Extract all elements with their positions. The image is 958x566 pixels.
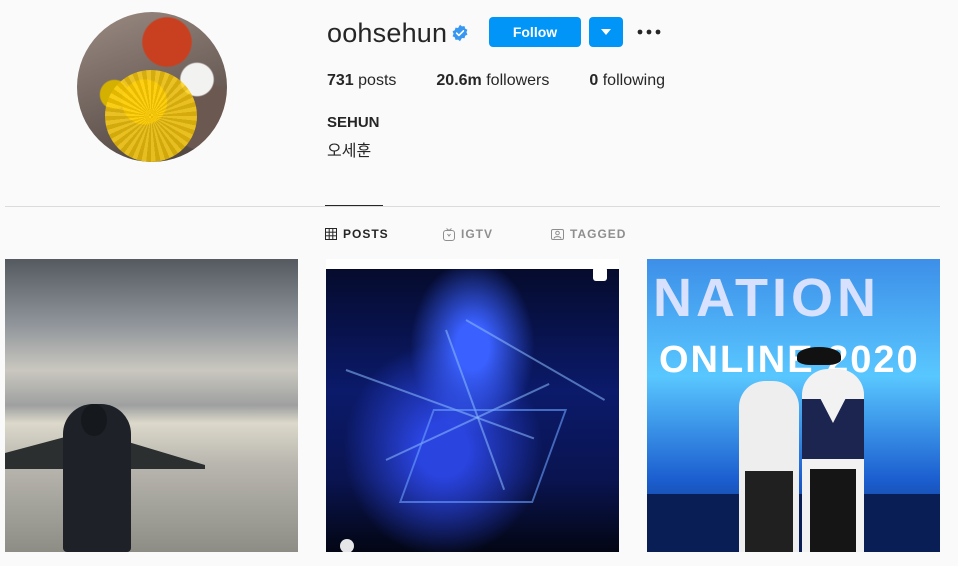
posts-stat: 731 posts: [327, 72, 396, 90]
post-thumbnail-3[interactable]: NATION ONLINE 2020: [647, 259, 940, 552]
posts-count: 731: [327, 72, 354, 89]
post-thumbnail-1[interactable]: [5, 259, 298, 552]
following-stat[interactable]: 0 following: [589, 72, 665, 90]
verified-badge-icon: [452, 24, 468, 42]
grid-icon: [325, 228, 337, 240]
follow-button[interactable]: Follow: [489, 17, 581, 47]
caret-down-icon: [601, 29, 611, 35]
post-3-person-right-jacket: [802, 399, 864, 459]
profile-stats: 731 posts 20.6m followers 0 following: [327, 72, 705, 90]
more-options-button[interactable]: [633, 20, 665, 44]
user-tag-icon: [340, 539, 354, 552]
tagged-icon: [551, 229, 564, 240]
post-2-stage-structure: [398, 409, 568, 503]
followers-label: followers: [486, 72, 550, 89]
post-3-person-left: [739, 381, 799, 552]
post-2-top-strip: [326, 259, 619, 269]
profile-bio: 오세훈: [327, 143, 372, 160]
tab-tagged[interactable]: TAGGED: [551, 227, 626, 241]
tab-posts-label: POSTS: [343, 227, 389, 241]
reel-icon: [593, 267, 607, 281]
post-3-person-right: [802, 369, 864, 552]
more-dots-icon: [637, 29, 661, 35]
post-3-banner-text: NATION: [653, 268, 880, 328]
active-tab-indicator: [325, 205, 383, 206]
posts-label: posts: [358, 72, 397, 89]
following-count: 0: [589, 72, 599, 89]
post-3-online-text: ONLINE 2020: [659, 339, 920, 381]
following-label: following: [602, 72, 665, 89]
post-3-person-left-legs: [745, 471, 793, 552]
followers-count: 20.6m: [436, 72, 482, 89]
profile-avatar[interactable]: [77, 12, 227, 162]
post-thumbnail-2[interactable]: [326, 259, 619, 552]
tab-igtv-label: IGTV: [461, 227, 494, 241]
tab-tagged-label: TAGGED: [570, 227, 627, 241]
followers-stat[interactable]: 20.6m followers: [436, 72, 549, 90]
suggested-accounts-button[interactable]: [589, 17, 623, 47]
tab-posts[interactable]: POSTS: [325, 227, 389, 241]
tab-igtv[interactable]: IGTV: [443, 227, 493, 241]
profile-username: oohsehun: [327, 18, 448, 48]
post-3-person-right-legs: [810, 469, 856, 552]
post-3-hat: [797, 347, 841, 365]
post-1-person-head: [81, 404, 107, 436]
igtv-icon: [443, 227, 455, 241]
section-divider: [5, 206, 940, 207]
profile-full-name: SEHUN: [327, 114, 380, 131]
